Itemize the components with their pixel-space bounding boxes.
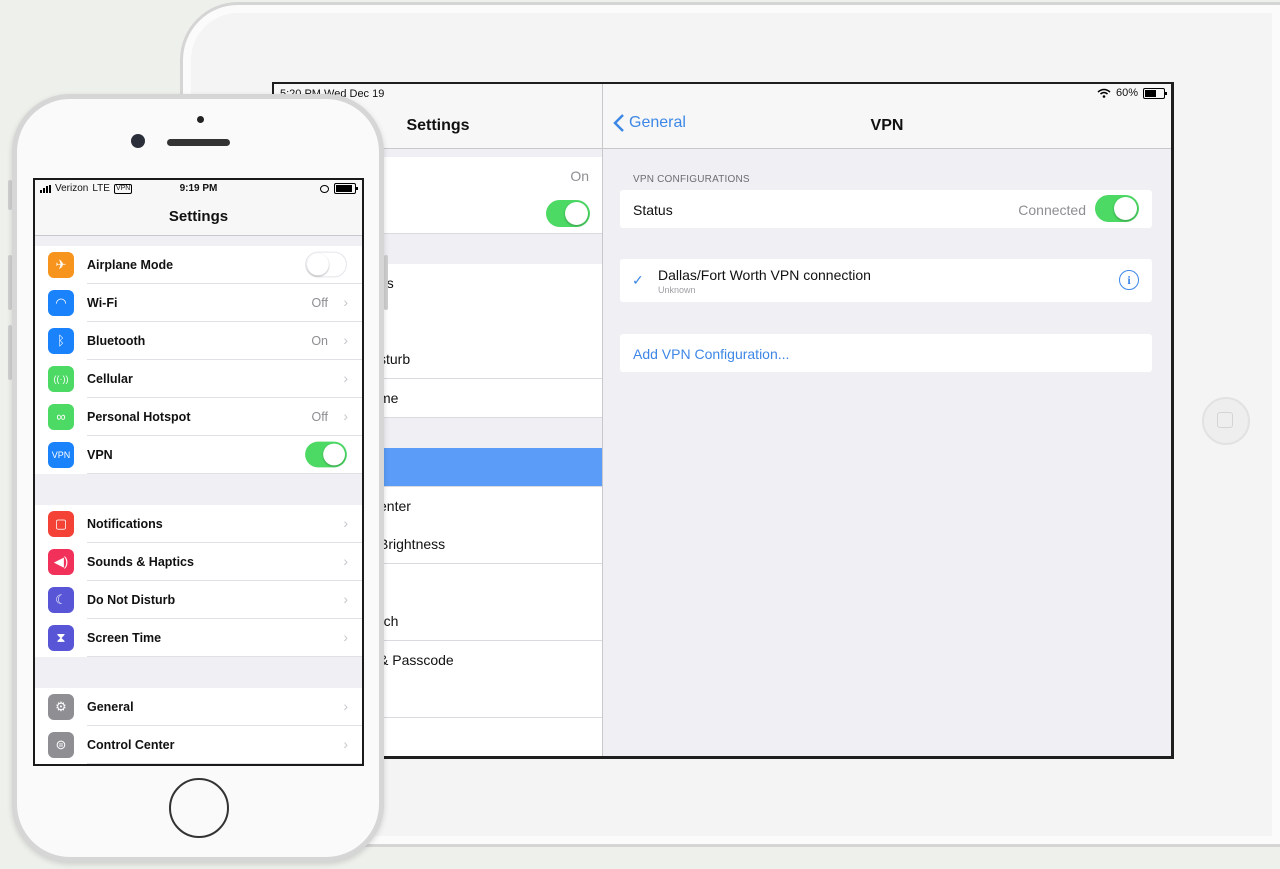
- settings-item-personal-hotspot[interactable]: ∞ Personal Hotspot Off ›: [35, 398, 362, 436]
- settings-item-bluetooth[interactable]: ᛒ Bluetooth On ›: [35, 322, 362, 360]
- chevron-right-icon: ›: [343, 370, 348, 386]
- iphone-sensor: [197, 116, 204, 123]
- ipad-home-button[interactable]: [1202, 397, 1250, 445]
- vpn-toggle[interactable]: [546, 200, 590, 227]
- settings-item-do-not-disturb[interactable]: ☾ Do Not Disturb ›: [35, 581, 362, 619]
- settings-item-vpn[interactable]: VPN VPN: [35, 436, 362, 474]
- battery-icon: [334, 183, 358, 194]
- vpn-icon: VPN: [48, 442, 74, 468]
- info-icon[interactable]: i: [1119, 270, 1139, 290]
- add-vpn-configuration-row[interactable]: Add VPN Configuration...: [620, 334, 1152, 372]
- vpn-status-row: Status Connected: [620, 190, 1152, 228]
- settings-item-screen-time[interactable]: ⧗ Screen Time ›: [35, 619, 362, 657]
- airplane-icon: ✈: [48, 252, 74, 278]
- chevron-right-icon: ›: [343, 591, 348, 607]
- sounds-icon: ◀): [48, 549, 74, 575]
- settings-item-sounds-haptics[interactable]: ◀) Sounds & Haptics ›: [35, 543, 362, 581]
- checkmark-icon: ✓: [632, 272, 644, 288]
- iphone-status-bar: Verizon LTE VPN 9:19 PM: [35, 180, 362, 198]
- vpn-configuration-status: Unknown: [658, 285, 696, 295]
- sidebar-item-label: & Passcode: [379, 652, 454, 668]
- control-center-icon: ⊜: [48, 732, 74, 758]
- wifi-icon: [1097, 88, 1111, 98]
- ipad-status-bar: 5:20 PM Wed Dec 19 60%: [274, 84, 1171, 104]
- settings-item-value: Off: [311, 410, 328, 424]
- settings-item-cellular[interactable]: ((·)) Cellular ›: [35, 360, 362, 398]
- vpn-toggle[interactable]: [305, 441, 347, 468]
- iphone-status-time: 9:19 PM: [179, 183, 218, 194]
- ipad-screen: Settings On ns sturb me enter: [272, 82, 1174, 759]
- battery-icon: [1143, 87, 1167, 99]
- status-value: Connected: [1018, 202, 1086, 218]
- settings-item-value: On: [311, 334, 328, 348]
- moon-icon: ☾: [48, 587, 74, 613]
- iphone-camera: [131, 134, 145, 148]
- bluetooth-icon: ᛒ: [48, 328, 74, 354]
- chevron-right-icon: ›: [343, 553, 348, 569]
- settings-item-general[interactable]: ⚙ General ›: [35, 688, 362, 726]
- iphone-power-button: [384, 255, 388, 310]
- chevron-right-icon: ›: [343, 294, 348, 310]
- chevron-right-icon: ›: [343, 736, 348, 752]
- ipad-vpn-pane: General VPN VPN CONFIGURATIONS Status Co…: [603, 84, 1171, 756]
- settings-item-label: Sounds & Haptics: [87, 555, 194, 569]
- settings-item-control-center[interactable]: ⊜ Control Center ›: [35, 726, 362, 764]
- sidebar-item-label: Brightness: [379, 536, 446, 552]
- settings-item-label: Wi-Fi: [87, 296, 118, 310]
- chevron-right-icon: ›: [343, 515, 348, 531]
- settings-item-label: Screen Time: [87, 631, 162, 645]
- battery-percentage: 60%: [1115, 87, 1138, 99]
- orientation-lock-icon: [320, 184, 329, 193]
- chevron-right-icon: ›: [343, 408, 348, 424]
- hourglass-icon: ⧗: [48, 625, 74, 651]
- settings-item-label: Bluetooth: [87, 334, 146, 348]
- add-vpn-configuration-link[interactable]: Add VPN Configuration...: [633, 346, 789, 362]
- settings-item-label: Airplane Mode: [87, 258, 174, 272]
- settings-item-label: Personal Hotspot: [87, 410, 191, 424]
- settings-item-airplane-mode[interactable]: ✈ Airplane Mode: [35, 246, 362, 284]
- iphone-speaker: [167, 139, 230, 146]
- gear-icon: ⚙: [48, 694, 74, 720]
- settings-item-label: General: [87, 700, 134, 714]
- airplane-mode-toggle[interactable]: [305, 251, 347, 278]
- settings-item-label: VPN: [87, 448, 113, 462]
- wifi-icon: ◠: [48, 290, 74, 316]
- chevron-right-icon: ›: [343, 332, 348, 348]
- settings-item-value: Off: [311, 296, 328, 310]
- hotspot-icon: ∞: [48, 404, 74, 430]
- iphone-header: Verizon LTE VPN 9:19 PM Settings: [35, 180, 362, 236]
- vpn-configuration-name: Dallas/Fort Worth VPN connection: [658, 267, 871, 283]
- settings-item-notifications[interactable]: ▢ Notifications ›: [35, 505, 362, 543]
- settings-item-label: Do Not Disturb: [87, 593, 176, 607]
- section-label: VPN CONFIGURATIONS: [633, 174, 750, 185]
- settings-item-label: Notifications: [87, 517, 163, 531]
- chevron-right-icon: ›: [343, 629, 348, 645]
- status-label: Status: [633, 202, 673, 218]
- iphone-home-button[interactable]: [169, 778, 229, 838]
- vpn-pane-title: VPN: [870, 117, 904, 134]
- vpn-configuration-row[interactable]: ✓ Dallas/Fort Worth VPN connection Unkno…: [620, 259, 1152, 302]
- settings-item-wi-fi[interactable]: ◠ Wi-Fi Off ›: [35, 284, 362, 322]
- settings-item-label: Cellular: [87, 372, 133, 386]
- sidebar-item-value: On: [570, 168, 589, 184]
- settings-item-label: Control Center: [87, 738, 175, 752]
- chevron-right-icon: ›: [343, 698, 348, 714]
- notifications-icon: ▢: [48, 511, 74, 537]
- iphone-page-title: Settings: [168, 208, 229, 225]
- cellular-icon: ((·)): [48, 366, 74, 392]
- iphone-screen: Verizon LTE VPN 9:19 PM Settings ✈ Airpla…: [33, 178, 364, 766]
- vpn-status-toggle[interactable]: [1095, 195, 1139, 222]
